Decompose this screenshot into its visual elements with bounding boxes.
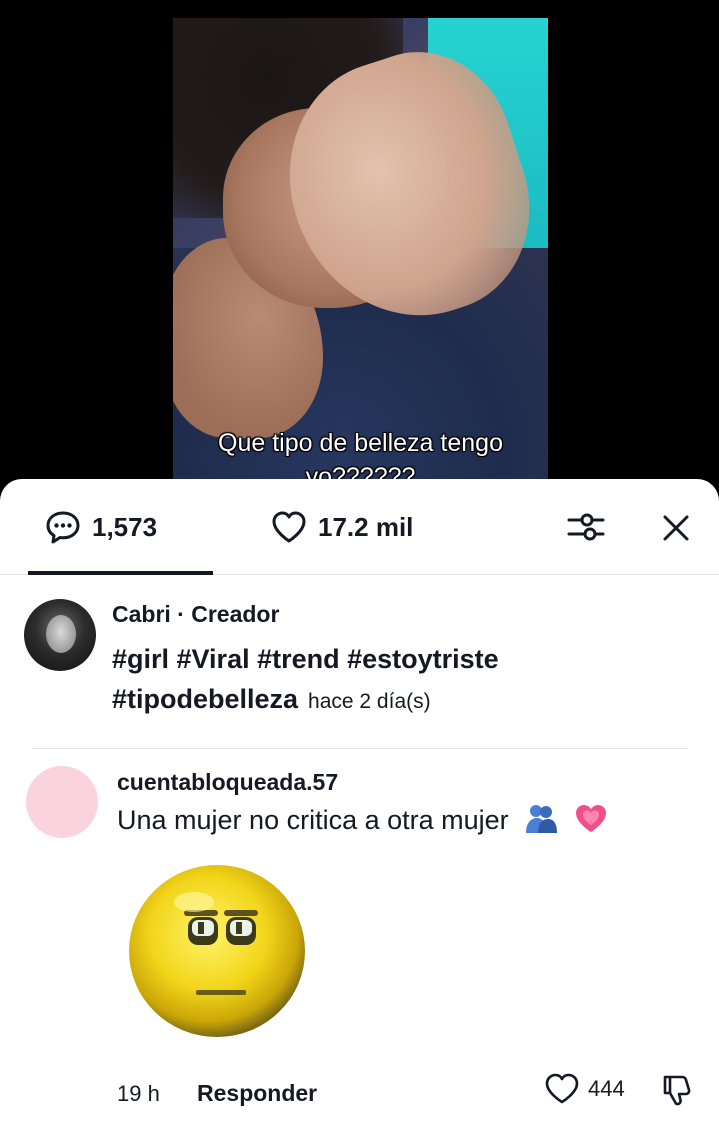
comment-like-count: 444 xyxy=(588,1076,625,1101)
comment-like-button[interactable]: 444 xyxy=(544,1072,625,1106)
avatar-face xyxy=(46,615,76,653)
comments-tabbar: 1,573 17.2 mil xyxy=(0,479,719,575)
comment-bubble-icon xyxy=(46,511,80,544)
screen: Que tipo de belleza tengo yo?????? 1,573… xyxy=(0,0,719,1126)
emoji-sticker[interactable] xyxy=(126,862,308,1040)
heart-outline-icon xyxy=(545,1073,579,1104)
rolling-eyes-emoji-icon xyxy=(129,865,305,1037)
reply-button[interactable]: Responder xyxy=(197,1080,317,1107)
tab-comments[interactable]: 1,573 xyxy=(44,507,157,547)
dislike-button[interactable] xyxy=(660,1073,694,1107)
active-tab-indicator xyxy=(28,571,213,575)
comment-body: Una mujer no critica a otra mujer xyxy=(117,805,509,835)
sliders-icon xyxy=(567,513,605,541)
comments-sheet: 1,573 17.2 mil Cabri · Creador #girl #Vi… xyxy=(0,479,719,1126)
comments-count: 1,573 xyxy=(92,511,158,542)
filter-button[interactable] xyxy=(566,509,606,545)
creator-header: Cabri · Creador xyxy=(112,601,279,628)
creator-avatar[interactable] xyxy=(24,599,96,671)
video-player[interactable]: Que tipo de belleza tengo yo?????? xyxy=(173,18,548,498)
tab-likes[interactable]: 17.2 mil xyxy=(270,507,413,547)
growing-heart-icon xyxy=(575,805,606,832)
likes-count: 17.2 mil xyxy=(318,511,414,542)
heart-icon xyxy=(272,511,306,543)
creator-post-time: hace 2 día(s) xyxy=(308,690,431,713)
thumbs-down-icon xyxy=(663,1075,691,1106)
creator-description: #girl #Viral #trend #estoytriste #tipode… xyxy=(112,639,672,722)
comment-text: Una mujer no critica a otra mujer xyxy=(117,803,608,836)
close-button[interactable] xyxy=(660,512,692,544)
divider xyxy=(32,748,688,749)
comment-username[interactable]: cuentabloqueada.57 xyxy=(117,769,338,796)
creator-role: · Creador xyxy=(170,601,280,627)
close-icon xyxy=(663,515,689,541)
people-hugging-icon xyxy=(526,805,558,833)
comment-time: 19 h xyxy=(117,1081,160,1106)
comment-avatar[interactable] xyxy=(26,766,98,838)
hashtags[interactable]: #girl #Viral #trend #estoytriste #tipode… xyxy=(112,644,499,714)
creator-name[interactable]: Cabri xyxy=(112,601,171,627)
